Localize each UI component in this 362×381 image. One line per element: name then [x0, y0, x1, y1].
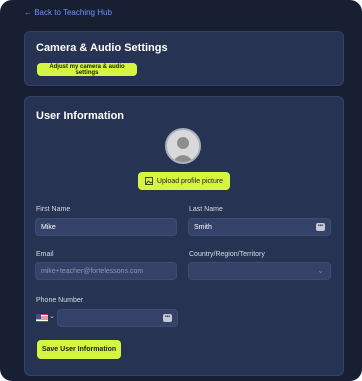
phone-label: Phone Number: [36, 297, 84, 304]
camera-audio-title: Camera & Audio Settings: [36, 42, 168, 54]
email-field: mike+teacher@fortelessons.com: [35, 262, 177, 280]
us-flag-icon[interactable]: [36, 314, 48, 322]
user-silhouette-icon: [172, 137, 194, 162]
chevron-down-icon[interactable]: ⌄: [49, 312, 55, 320]
first-name-label: First Name: [36, 206, 71, 213]
adjust-camera-audio-button[interactable]: Adjust my camera & audio settings: [37, 63, 137, 76]
save-user-information-button[interactable]: Save User Information: [37, 340, 121, 359]
last-name-value: Smith: [194, 223, 212, 231]
user-information-card: User Information Upload profile picture …: [24, 96, 344, 376]
image-upload-icon: [145, 177, 153, 185]
password-manager-icon[interactable]: •••: [316, 223, 325, 231]
country-label: Country/Region/Territory: [189, 251, 265, 258]
camera-audio-card: Camera & Audio Settings Adjust my camera…: [24, 31, 344, 86]
chevron-down-icon: ⌄: [317, 266, 324, 275]
last-name-label: Last Name: [189, 206, 223, 213]
back-to-teaching-hub-link[interactable]: ← Back to Teaching Hub: [24, 8, 112, 17]
upload-profile-picture-button[interactable]: Upload profile picture: [138, 172, 230, 190]
last-name-input[interactable]: Smith •••: [188, 218, 331, 236]
upload-label: Upload profile picture: [156, 177, 224, 185]
back-link-label: ← Back to Teaching Hub: [24, 8, 112, 17]
first-name-input[interactable]: Mike: [35, 218, 177, 236]
first-name-value: Mike: [41, 223, 56, 231]
phone-input[interactable]: •••: [57, 309, 178, 327]
email-label: Email: [36, 251, 54, 258]
email-value: mike+teacher@fortelessons.com: [41, 267, 144, 275]
settings-page: ← Back to Teaching Hub Camera & Audio Se…: [0, 0, 362, 381]
country-select[interactable]: ⌄: [188, 262, 331, 280]
avatar: [165, 128, 201, 164]
user-information-title: User Information: [36, 110, 125, 122]
password-manager-icon[interactable]: •••: [163, 314, 172, 322]
